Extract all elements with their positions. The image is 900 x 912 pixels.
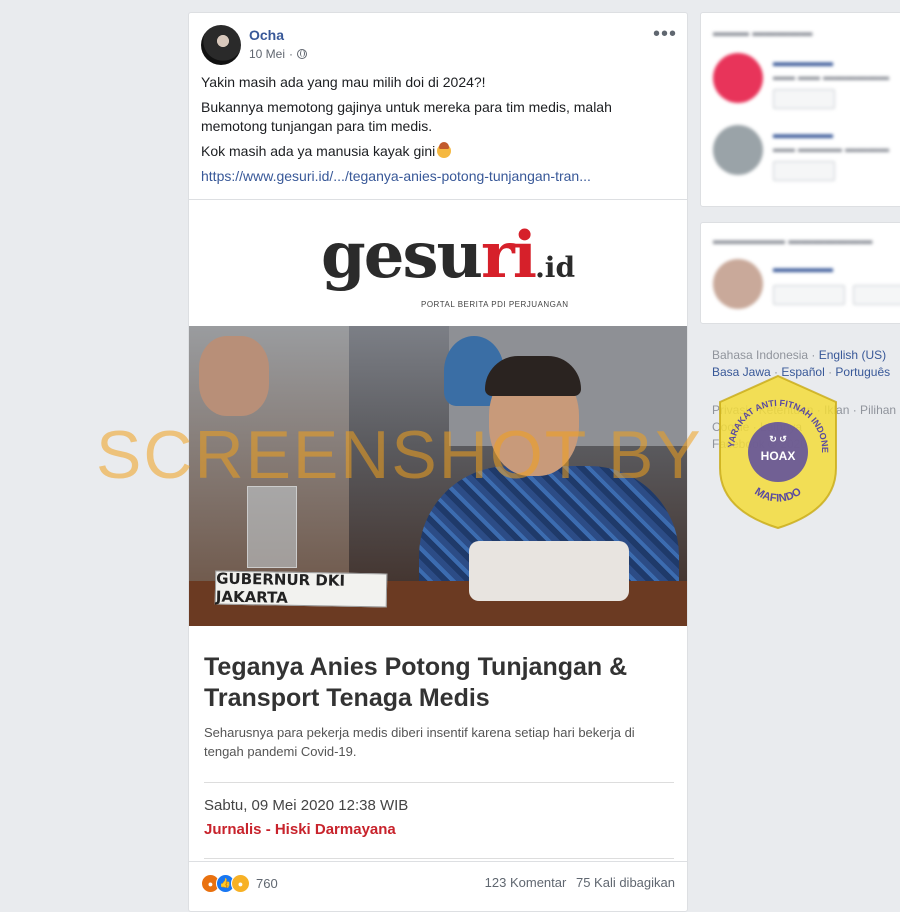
suggestion-button[interactable] xyxy=(773,285,845,305)
globe-icon[interactable] xyxy=(297,49,308,59)
article-headline[interactable]: Teganya Anies Potong Tunjangan & Transpo… xyxy=(204,652,644,714)
article-summary: Seharusnya para pekerja medis diberi ins… xyxy=(204,725,635,759)
woman-facepalm-emoji-icon xyxy=(437,142,452,158)
gesuri-logo: gesuri.id xyxy=(321,218,576,293)
suggestion-name[interactable]: ▬▬▬▬▬ xyxy=(773,127,833,141)
author-name[interactable]: Ocha xyxy=(249,27,284,43)
post-link[interactable]: https://www.gesuri.id/.../teganya-anies-… xyxy=(201,168,591,184)
mafindo-turnbackhoax-badge: MASYARAKAT ANTI FITNAH INDONESIA ↻ ↺ HOA… xyxy=(712,372,837,530)
suggestion-sub: ▬▬ ▬▬▬▬ ▬▬▬▬ xyxy=(773,143,890,155)
post-date[interactable]: 10 Mei xyxy=(249,47,285,61)
divider xyxy=(204,782,674,783)
post-card: Ocha 10 Mei · ••• Yakin masih ada yang m… xyxy=(188,12,688,912)
divider xyxy=(204,858,674,859)
current-language: Bahasa Indonesia xyxy=(712,348,809,362)
suggestion-avatar[interactable] xyxy=(713,125,763,175)
author-avatar[interactable] xyxy=(201,25,241,65)
article-photo[interactable]: GUBERNUR DKI JAKARTA xyxy=(189,326,687,626)
post-text: Yakin masih ada yang mau milih doi di 20… xyxy=(201,73,671,186)
nameplate: GUBERNUR DKI JAKARTA xyxy=(214,570,388,608)
svg-text:↻ ↺: ↻ ↺ xyxy=(769,434,787,444)
suggestion-button[interactable] xyxy=(773,89,835,109)
article-info[interactable]: Teganya Anies Potong Tunjangan & Transpo… xyxy=(189,626,687,876)
reaction-count[interactable]: 760 xyxy=(256,876,278,891)
suggestion-name[interactable]: ▬▬▬▬▬ xyxy=(773,261,833,275)
comment-count[interactable]: 123 Komentar xyxy=(485,875,567,890)
article-date: Sabtu, 09 Mei 2020 12:38 WIB xyxy=(204,797,409,814)
link-preview-card[interactable]: gesuri.id PORTAL BERITA PDI PERJUANGAN G… xyxy=(189,199,687,876)
suggestion-sub: ▬▬ ▬▬ ▬▬▬▬▬▬ xyxy=(773,71,890,83)
suggestion-name[interactable]: ▬▬▬▬▬ xyxy=(773,55,833,69)
suggestion-button[interactable] xyxy=(773,161,835,181)
suggestion-avatar[interactable] xyxy=(713,53,763,103)
sidebar-title: ▬▬▬ ▬▬▬▬▬ xyxy=(713,25,813,39)
article-journalist[interactable]: Jurnalis - Hiski Darmayana xyxy=(204,821,396,838)
post-line-2: Bukannya memotong gajinya untuk mereka p… xyxy=(201,99,612,134)
reactions[interactable]: ● 👍 ● 760 xyxy=(201,874,278,893)
suggestion-button[interactable] xyxy=(853,285,900,305)
badge-center-text: HOAX xyxy=(761,449,796,463)
sidebar-title: ▬▬▬▬▬▬ ▬▬▬▬▬▬▬ xyxy=(713,233,873,247)
post-stats: 123 Komentar 75 Kali dibagikan xyxy=(479,875,675,890)
post-line-3: Kok masih ada ya manusia kayak gini xyxy=(201,142,671,161)
gesuri-logo-area: gesuri.id PORTAL BERITA PDI PERJUANGAN xyxy=(189,200,687,326)
post-footer: ● 👍 ● 760 123 Komentar 75 Kali dibagikan xyxy=(189,861,687,902)
sidebar-suggestions: ▬▬▬ ▬▬▬▬▬ ▬▬▬▬▬ ▬▬ ▬▬ ▬▬▬▬▬▬ ▬▬▬▬▬ ▬▬ ▬▬… xyxy=(700,12,900,207)
wow-reaction-icon: ● xyxy=(231,874,250,893)
water-glass xyxy=(247,486,297,568)
post-line-1: Yakin masih ada yang mau milih doi di 20… xyxy=(201,74,486,90)
logo-tagline: PORTAL BERITA PDI PERJUANGAN xyxy=(421,300,569,309)
suggestion-avatar[interactable] xyxy=(713,259,763,309)
post-meta: 10 Mei · xyxy=(249,47,308,61)
more-options-icon[interactable]: ••• xyxy=(653,23,677,46)
sidebar-people: ▬▬▬▬▬▬ ▬▬▬▬▬▬▬ ▬▬▬▬▬ xyxy=(700,222,900,324)
language-option[interactable]: English (US) xyxy=(819,348,886,362)
tissue-box xyxy=(469,541,629,601)
share-count[interactable]: 75 Kali dibagikan xyxy=(576,875,675,890)
